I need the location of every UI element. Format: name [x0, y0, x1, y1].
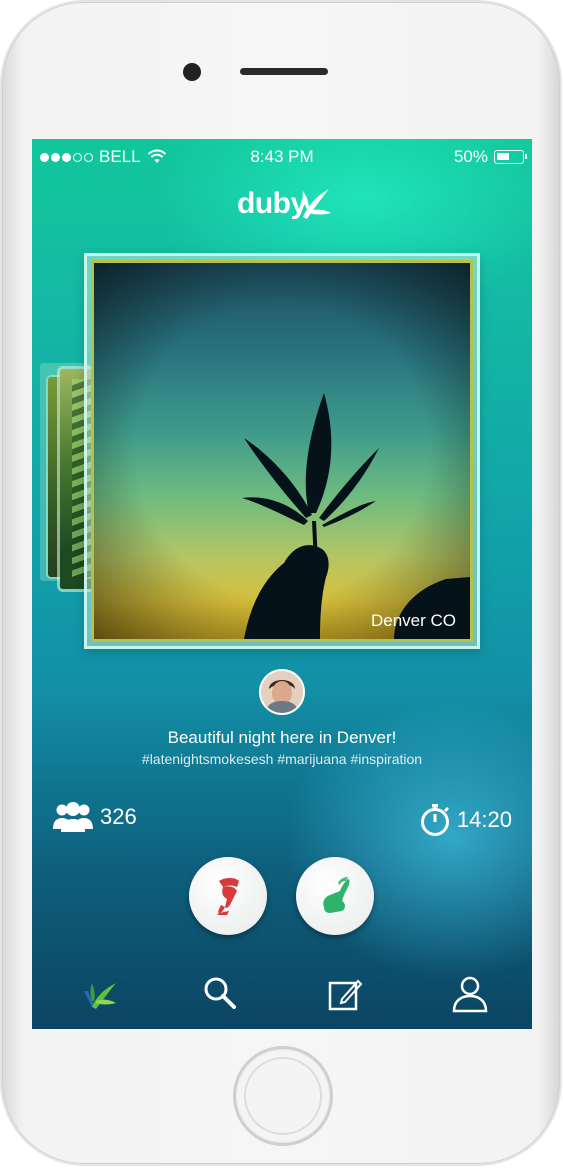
logo-text: duby: [237, 187, 307, 220]
stopwatch-icon: [420, 804, 449, 836]
pass-button[interactable]: [189, 857, 267, 935]
logo-leaf-icon: [302, 189, 331, 219]
tab-search[interactable]: [198, 971, 242, 1015]
tab-compose[interactable]: [322, 971, 366, 1015]
post-hashtags[interactable]: #latenightsmokesesh #marijuana #inspirat…: [32, 751, 532, 767]
status-bar: BELL 8:43 PM 50%: [32, 139, 532, 173]
tab-bar: [32, 959, 532, 1029]
post-card[interactable]: Denver CO: [84, 253, 480, 649]
followers-count: 326: [100, 804, 137, 829]
post-caption: Beautiful night here in Denver!: [167, 728, 397, 747]
duby-leaf-icon: [84, 983, 116, 1009]
compose-icon: [328, 979, 363, 1011]
battery-icon: [494, 150, 527, 164]
timer-stat: 14:20: [419, 803, 512, 837]
search-icon: [204, 977, 236, 1009]
tab-profile[interactable]: [448, 971, 492, 1015]
avatar-portrait: [261, 671, 303, 713]
profile-icon: [452, 976, 488, 1013]
timer-value: 14:20: [456, 807, 512, 832]
like-button[interactable]: [296, 857, 374, 935]
home-button[interactable]: [236, 1049, 330, 1143]
battery-level: [497, 153, 509, 160]
avatar[interactable]: [259, 669, 305, 715]
app-logo: duby: [237, 183, 337, 223]
thumbs-down-hand-icon: [217, 878, 239, 915]
post-photo: Denver CO: [91, 260, 473, 642]
app-screen: BELL 8:43 PM 50% duby Denver CO Beautifu…: [32, 139, 532, 1029]
tab-home[interactable]: [76, 971, 120, 1015]
status-right: 50%: [453, 147, 527, 167]
location-label: Denver CO: [370, 611, 456, 630]
front-camera: [183, 63, 201, 81]
battery-percent: 50%: [453, 147, 488, 166]
users-group-icon: [53, 802, 93, 832]
followers-stat[interactable]: 326: [52, 801, 137, 833]
speaker-grille: [240, 68, 328, 75]
cannabis-leaf-silhouette: [242, 393, 470, 639]
thumbs-up-hand-icon: [323, 877, 350, 913]
